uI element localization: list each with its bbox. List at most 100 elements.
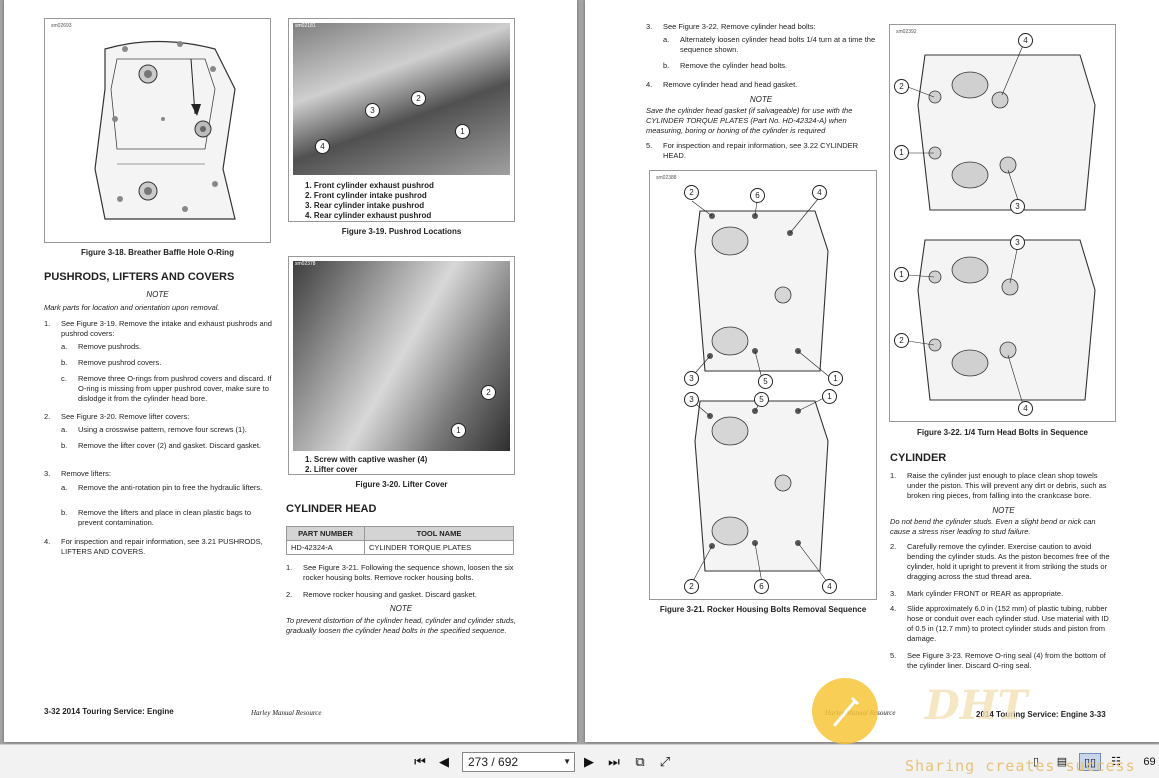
- export-page-icon[interactable]: ⤢: [656, 753, 674, 771]
- watermark-logo-text: DHT: [925, 682, 1028, 729]
- substep: a. Using a crosswise pattern, remove four…: [61, 425, 247, 434]
- callout: 1: [894, 145, 909, 160]
- page-number-input[interactable]: 273 / 692 ▼: [462, 752, 575, 772]
- legend-item: 2. Lifter cover: [305, 465, 358, 474]
- legend-item: 3. Rear cylinder intake pushrod: [305, 201, 425, 210]
- section-heading-cylinder: CYLINDER: [890, 452, 947, 464]
- figure-3-20: sm02378 1 2 1. Screw with captive washer…: [288, 256, 515, 475]
- figure-3-22-caption: Figure 3-22. 1/4 Turn Head Bolts in Sequ…: [916, 428, 1088, 437]
- pen-icon: [832, 696, 860, 727]
- callout-2: 2: [411, 91, 426, 106]
- figure-3-21-caption: Figure 3-21. Rocker Housing Bolts Remova…: [659, 605, 867, 614]
- table-cell: CYLINDER TORQUE PLATES: [364, 540, 514, 555]
- substep: b. Remove pushrod covers.: [61, 358, 162, 367]
- callout: 4: [822, 579, 837, 594]
- figure-3-19-caption: Figure 3-19. Pushrod Locations: [341, 227, 462, 236]
- figure-3-20-legend: 1. Screw with captive washer (4) 2. Lift…: [305, 455, 427, 475]
- page-footer-center: Harley Manual Resource: [251, 709, 322, 717]
- callout: 5: [758, 374, 773, 389]
- lifter-cover-photo: [293, 261, 510, 451]
- table-header: PART NUMBER: [286, 526, 365, 541]
- callout: 4: [812, 185, 827, 200]
- substep: a. Alternately loosen cylinder head bolts…: [663, 35, 876, 54]
- next-page-button[interactable]: ▶: [581, 753, 597, 771]
- callout: 4: [1018, 33, 1033, 48]
- callout: 1: [894, 267, 909, 282]
- note-label: NOTE: [749, 95, 773, 104]
- step: 4. Remove cylinder head and head gasket.: [646, 80, 798, 89]
- callout-1: 1: [455, 124, 470, 139]
- note-text: Save the cylinder head gasket (if salvag…: [646, 106, 853, 135]
- table-header: TOOL NAME: [364, 526, 514, 541]
- callout-2: 2: [481, 385, 496, 400]
- figure-3-21: sm02388 2 6 4 3 5 1 3 5 1 2 6 4: [649, 170, 877, 600]
- callout-3: 3: [365, 103, 380, 118]
- figure-3-18-caption: Figure 3-18. Breather Baffle Hole O-Ring: [81, 248, 234, 257]
- section-heading-cylinder-head: CYLINDER HEAD: [286, 503, 377, 515]
- first-page-button[interactable]: ⏮: [410, 753, 430, 771]
- figure-3-22: sm02392 4 2 1 3 3 1 2 4: [889, 24, 1116, 422]
- step: 3. See Figure 3-22. Remove cylinder head …: [646, 22, 816, 31]
- step: 2. Remove rocker housing and gasket. Disc…: [286, 590, 477, 599]
- figure-id: sm02181: [295, 23, 316, 29]
- substep: b. Remove the lifter cover (2) and gasket…: [61, 441, 261, 450]
- callout: 2: [684, 185, 699, 200]
- chevron-down-icon[interactable]: ▼: [563, 753, 571, 771]
- step: 4. Slide approximately 6.0 in (152 mm) of…: [890, 604, 1109, 643]
- callout: 3: [1010, 199, 1025, 214]
- page-footer-left: 3-32 2014 Touring Service: Engine: [44, 707, 174, 716]
- section-heading-pushrods: PUSHRODS, LIFTERS AND COVERS: [44, 271, 235, 283]
- legend-item: 1. Front cylinder exhaust pushrod: [305, 181, 434, 190]
- step: 5. See Figure 3-23. Remove O-ring seal (4…: [890, 651, 1106, 670]
- step: 1. See Figure 3-19. Remove the intake and…: [44, 319, 272, 338]
- cylinder-head-bolt-drawing: [907, 42, 1096, 409]
- watermark-logo-circle: [812, 678, 878, 744]
- callout: 3: [684, 371, 699, 386]
- note-text: Mark parts for location and orientation …: [44, 303, 220, 312]
- tool-table: PART NUMBER TOOL NAME HD-42324-A CYLINDE…: [286, 526, 514, 555]
- legend-item: 4. Rear cylinder exhaust pushrod: [305, 211, 432, 220]
- step: 1. See Figure 3-21. Following the sequenc…: [286, 563, 514, 582]
- figure-3-18: sm02693: [44, 18, 271, 243]
- previous-page-button[interactable]: ◀: [436, 753, 452, 771]
- step: 2. See Figure 3-20. Remove lifter covers:: [44, 412, 190, 421]
- last-page-button[interactable]: ⏭: [604, 753, 624, 771]
- page-number-value: 273 / 692: [468, 755, 519, 769]
- step: 1. Raise the cylinder just enough to plac…: [890, 471, 1107, 500]
- substep: a. Remove pushrods.: [61, 342, 141, 351]
- callout: 3: [1010, 235, 1025, 250]
- right-page: 3. See Figure 3-22. Remove cylinder head …: [585, 0, 1159, 742]
- callout: 2: [684, 579, 699, 594]
- step: 3. Remove lifters:: [44, 469, 112, 478]
- substep: a. Remove the anti-rotation pin to free t…: [61, 483, 263, 492]
- watermark-text: Sharing creates success: [905, 757, 1136, 775]
- callout-1: 1: [451, 423, 466, 438]
- figure-3-19: sm02181 1 2 3 4 1. Front cylinder exhaus…: [288, 18, 515, 222]
- figure-3-20-caption: Figure 3-20. Lifter Cover: [355, 480, 448, 489]
- callout: 1: [828, 371, 843, 386]
- note-text: Do not bend the cylinder studs. Even a s…: [890, 517, 1096, 536]
- substep: b. Remove the lifters and place in clean …: [61, 508, 252, 527]
- callout: 3: [684, 392, 699, 407]
- figure-3-19-legend: 1. Front cylinder exhaust pushrod 2. Fro…: [305, 181, 434, 221]
- legend-item: 2. Front cylinder intake pushrod: [305, 191, 427, 200]
- step: 4. For inspection and repair information,…: [44, 537, 263, 556]
- substep: c. Remove three O-rings from pushrod cove…: [61, 374, 272, 403]
- step: 2. Carefully remove the cylinder. Exercis…: [890, 542, 1110, 581]
- callout: 1: [822, 389, 837, 404]
- callout: 6: [750, 188, 765, 203]
- copy-page-icon[interactable]: ⧉: [631, 753, 649, 771]
- substep: b. Remove the cylinder head bolts.: [663, 61, 788, 70]
- callout: 5: [754, 392, 769, 407]
- callout-4: 4: [315, 139, 330, 154]
- note-label: NOTE: [146, 290, 169, 299]
- note-text: To prevent distortion of the cylinder he…: [286, 616, 516, 635]
- cylinder-head-drawing: [94, 40, 236, 220]
- callout: 6: [754, 579, 769, 594]
- callout: 4: [1018, 401, 1033, 416]
- callout: 2: [894, 79, 909, 94]
- note-label: NOTE: [389, 604, 413, 613]
- left-page: sm02693 Figure 3-18. Breather Baffle Hol…: [4, 0, 577, 742]
- table-cell: HD-42324-A: [286, 540, 365, 555]
- step: 5. For inspection and repair information,…: [646, 141, 859, 160]
